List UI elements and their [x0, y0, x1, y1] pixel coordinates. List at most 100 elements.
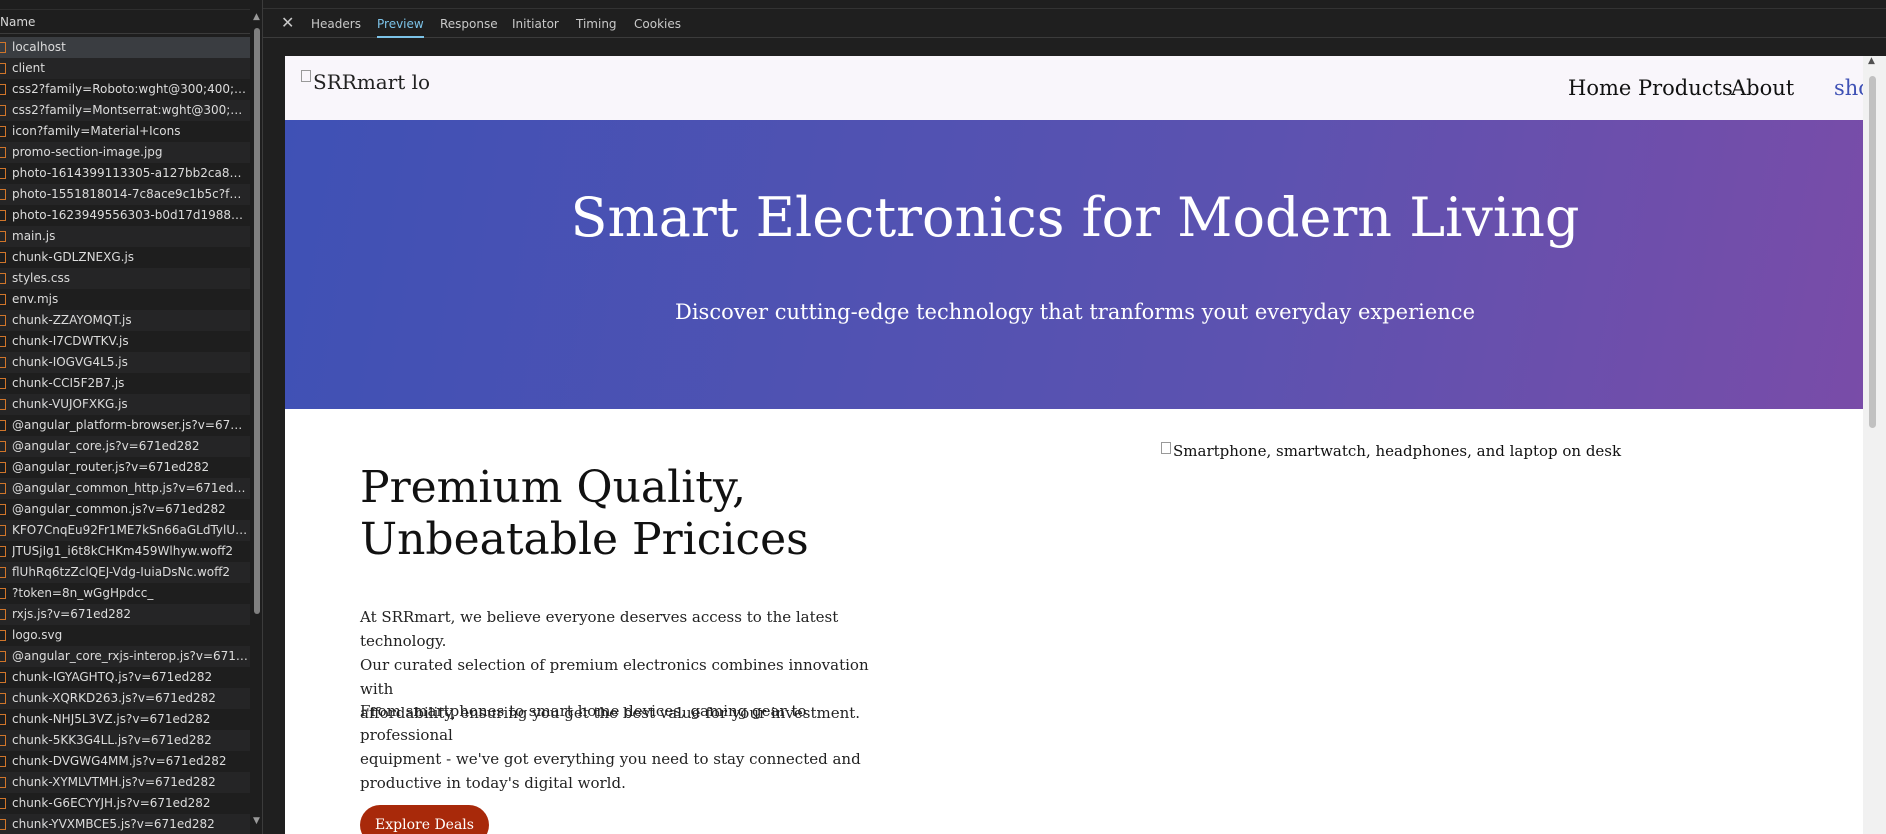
request-name: ?token=8n_wGgHpdcc_ — [12, 586, 154, 600]
nav-about-link[interactable]: About — [1731, 76, 1794, 100]
request-row[interactable]: chunk-XYMLVTMH.js?v=671ed282 — [0, 772, 250, 793]
promo-p2-line-1: From smartphones to smart home devices, … — [360, 702, 807, 744]
scrollbar-thumb[interactable] — [1869, 76, 1876, 428]
preview-scrollbar[interactable]: ▲ — [1863, 56, 1886, 834]
request-row[interactable]: KFO7CnqEu92Fr1ME7kSn66aGLdTylUAMa... — [0, 520, 250, 541]
request-row[interactable]: @angular_common.js?v=671ed282 — [0, 499, 250, 520]
file-type-icon — [0, 504, 6, 515]
request-row[interactable]: chunk-GDLZNEXG.js — [0, 247, 250, 268]
request-row[interactable]: flUhRq6tzZclQEJ-Vdg-IuiaDsNc.woff2 — [0, 562, 250, 583]
request-row[interactable]: chunk-VUJOFXKG.js — [0, 394, 250, 415]
request-name: chunk-XQRKD263.js?v=671ed282 — [12, 691, 216, 705]
request-row[interactable]: @angular_router.js?v=671ed282 — [0, 457, 250, 478]
file-type-icon — [0, 273, 6, 284]
tab-initiator[interactable]: Initiator — [512, 10, 559, 38]
hero-title: Smart Electronics for Modern Living — [570, 186, 1580, 249]
request-name: chunk-G6ECYYJH.js?v=671ed282 — [12, 796, 211, 810]
file-type-icon — [0, 147, 6, 158]
request-row[interactable]: css2?family=Roboto:wght@300;400;500;7... — [0, 79, 250, 100]
request-name: localhost — [12, 40, 66, 54]
request-name: env.mjs — [12, 292, 59, 306]
request-row[interactable]: logo.svg — [0, 625, 250, 646]
request-row[interactable]: env.mjs — [0, 289, 250, 310]
details-tabbar: ✕ Headers Preview Response Initiator Tim… — [263, 10, 1886, 38]
request-row[interactable]: chunk-XQRKD263.js?v=671ed282 — [0, 688, 250, 709]
file-type-icon — [0, 462, 6, 473]
tab-cookies[interactable]: Cookies — [634, 10, 681, 38]
file-type-icon — [0, 252, 6, 263]
promo-image: Smartphone, smartwatch, headphones, and … — [1161, 442, 1621, 460]
request-row[interactable]: client — [0, 58, 250, 79]
request-list-scrollbar[interactable]: ▲ ▼ — [251, 10, 262, 834]
request-row[interactable]: chunk-DVGWG4MM.js?v=671ed282 — [0, 751, 250, 772]
file-type-icon — [0, 42, 6, 53]
nav-home-link[interactable]: Home — [1568, 76, 1631, 100]
file-type-icon — [0, 609, 6, 620]
request-row[interactable]: styles.css — [0, 268, 250, 289]
request-row[interactable]: icon?family=Material+Icons — [0, 121, 250, 142]
scroll-up-arrow-icon[interactable]: ▲ — [253, 12, 260, 22]
explore-deals-button[interactable]: Explore Deals — [360, 805, 489, 834]
logo-image[interactable]: SRRmart lo — [301, 70, 430, 94]
request-name: @angular_router.js?v=671ed282 — [12, 460, 210, 474]
request-row[interactable]: rxjs.js?v=671ed282 — [0, 604, 250, 625]
file-type-icon — [0, 294, 6, 305]
request-row[interactable]: chunk-YVXMBCE5.js?v=671ed282 — [0, 814, 250, 834]
request-row[interactable]: chunk-CCI5F2B7.js — [0, 373, 250, 394]
file-type-icon — [0, 819, 6, 830]
request-name: chunk-DVGWG4MM.js?v=671ed282 — [12, 754, 227, 768]
request-row[interactable]: chunk-5KK3G4LL.js?v=671ed282 — [0, 730, 250, 751]
request-row[interactable]: photo-1614399113305-a127bb2ca893?fm... — [0, 163, 250, 184]
file-type-icon — [0, 756, 6, 767]
tab-response[interactable]: Response — [440, 10, 498, 38]
nav-products-link[interactable]: Products — [1638, 76, 1733, 100]
hero-subtitle: Discover cutting-edge technology that tr… — [674, 300, 1475, 324]
request-row[interactable]: @angular_core_rxjs-interop.js?v=671ed282 — [0, 646, 250, 667]
close-icon[interactable]: ✕ — [281, 13, 294, 32]
request-name: JTUSjIg1_i6t8kCHKm459Wlhyw.woff2 — [12, 544, 234, 558]
name-column-header[interactable]: Name — [0, 10, 250, 34]
request-row[interactable]: @angular_platform-browser.js?v=671ed282 — [0, 415, 250, 436]
tab-timing[interactable]: Timing — [576, 10, 617, 38]
request-name: @angular_core.js?v=671ed282 — [12, 439, 200, 453]
tab-preview[interactable]: Preview — [377, 10, 424, 38]
request-name: chunk-IOGVG4L5.js — [12, 355, 128, 369]
broken-image-icon — [301, 70, 311, 82]
request-row[interactable]: main.js — [0, 226, 250, 247]
request-row[interactable]: ?token=8n_wGgHpdcc_ — [0, 583, 250, 604]
request-row[interactable]: chunk-G6ECYYJH.js?v=671ed282 — [0, 793, 250, 814]
promo-title: Premium Quality, Unbeatable Pricices — [360, 462, 809, 566]
request-row[interactable]: JTUSjIg1_i6t8kCHKm459Wlhyw.woff2 — [0, 541, 250, 562]
file-type-icon — [0, 105, 6, 116]
file-type-icon — [0, 63, 6, 74]
request-row[interactable]: chunk-IGYAGHTQ.js?v=671ed282 — [0, 667, 250, 688]
request-row[interactable]: photo-1623949556303-b0d17d198863?fm... — [0, 205, 250, 226]
request-row[interactable]: chunk-IOGVG4L5.js — [0, 352, 250, 373]
request-row[interactable]: @angular_common_http.js?v=671ed282 — [0, 478, 250, 499]
scroll-up-arrow-icon[interactable]: ▲ — [1868, 56, 1875, 66]
file-type-icon — [0, 798, 6, 809]
request-row[interactable]: css2?family=Montserrat:wght@300;400;50..… — [0, 100, 250, 121]
request-row[interactable]: chunk-ZZAYOMQT.js — [0, 310, 250, 331]
tab-headers[interactable]: Headers — [311, 10, 361, 38]
timeline-ruler — [263, 0, 1886, 9]
request-row[interactable]: localhost — [0, 37, 250, 58]
request-row[interactable]: photo-1551818014-7c8ace9c1b5c?fm=we... — [0, 184, 250, 205]
scroll-down-arrow-icon[interactable]: ▼ — [253, 816, 260, 826]
scrollbar-thumb[interactable] — [254, 28, 260, 614]
promo-image-alt-text: Smartphone, smartwatch, headphones, and … — [1173, 442, 1622, 460]
file-type-icon — [0, 714, 6, 725]
request-name: flUhRq6tzZclQEJ-Vdg-IuiaDsNc.woff2 — [12, 565, 231, 579]
file-type-icon — [0, 588, 6, 599]
promo-p2-line-3: productive in today's digital world. — [360, 774, 626, 792]
request-row[interactable]: chunk-NHJ5L3VZ.js?v=671ed282 — [0, 709, 250, 730]
request-name: chunk-ZZAYOMQT.js — [12, 313, 132, 327]
file-type-icon — [0, 567, 6, 578]
request-name: icon?family=Material+Icons — [12, 124, 181, 138]
file-type-icon — [0, 735, 6, 746]
request-row[interactable]: chunk-I7CDWTKV.js — [0, 331, 250, 352]
request-row[interactable]: promo-section-image.jpg — [0, 142, 250, 163]
hero-section: Smart Electronics for Modern Living Disc… — [285, 120, 1885, 409]
file-type-icon — [0, 399, 6, 410]
request-row[interactable]: @angular_core.js?v=671ed282 — [0, 436, 250, 457]
